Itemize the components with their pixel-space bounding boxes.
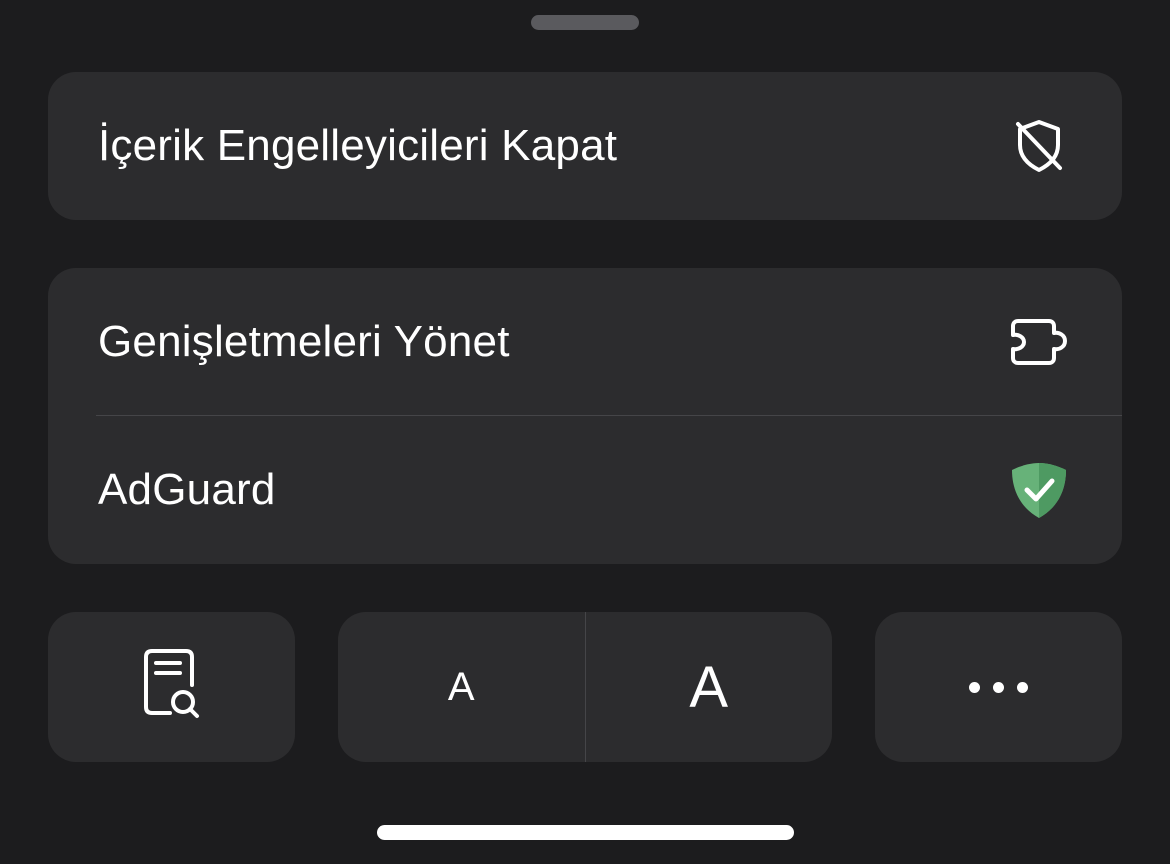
disable-content-blockers-button[interactable]: İçerik Engelleyicileri Kapat — [48, 72, 1122, 220]
sheet-grabber[interactable] — [531, 15, 639, 30]
extensions-group: Genişletmeleri Yönet AdGuard — [48, 268, 1122, 564]
decrease-font-size-button[interactable]: A — [338, 612, 585, 762]
manage-extensions-button[interactable]: Genişletmeleri Yönet — [48, 268, 1122, 416]
increase-font-size-button[interactable]: A — [586, 612, 833, 762]
font-size-control: A A — [338, 612, 832, 762]
home-indicator — [377, 825, 794, 840]
more-options-button[interactable] — [875, 612, 1122, 762]
adguard-shield-icon — [1008, 459, 1070, 521]
adguard-extension-button[interactable]: AdGuard — [48, 416, 1122, 564]
adguard-label: AdGuard — [98, 465, 276, 514]
document-search-icon — [142, 648, 202, 726]
disable-content-blockers-label: İçerik Engelleyicileri Kapat — [98, 121, 618, 170]
manage-extensions-label: Genişletmeleri Yönet — [98, 317, 510, 366]
content-blockers-group: İçerik Engelleyicileri Kapat — [48, 72, 1122, 220]
puzzle-piece-icon — [1008, 311, 1070, 373]
ellipsis-icon — [969, 681, 1028, 693]
reader-search-button[interactable] — [48, 612, 295, 762]
shield-slash-icon — [1008, 115, 1070, 177]
